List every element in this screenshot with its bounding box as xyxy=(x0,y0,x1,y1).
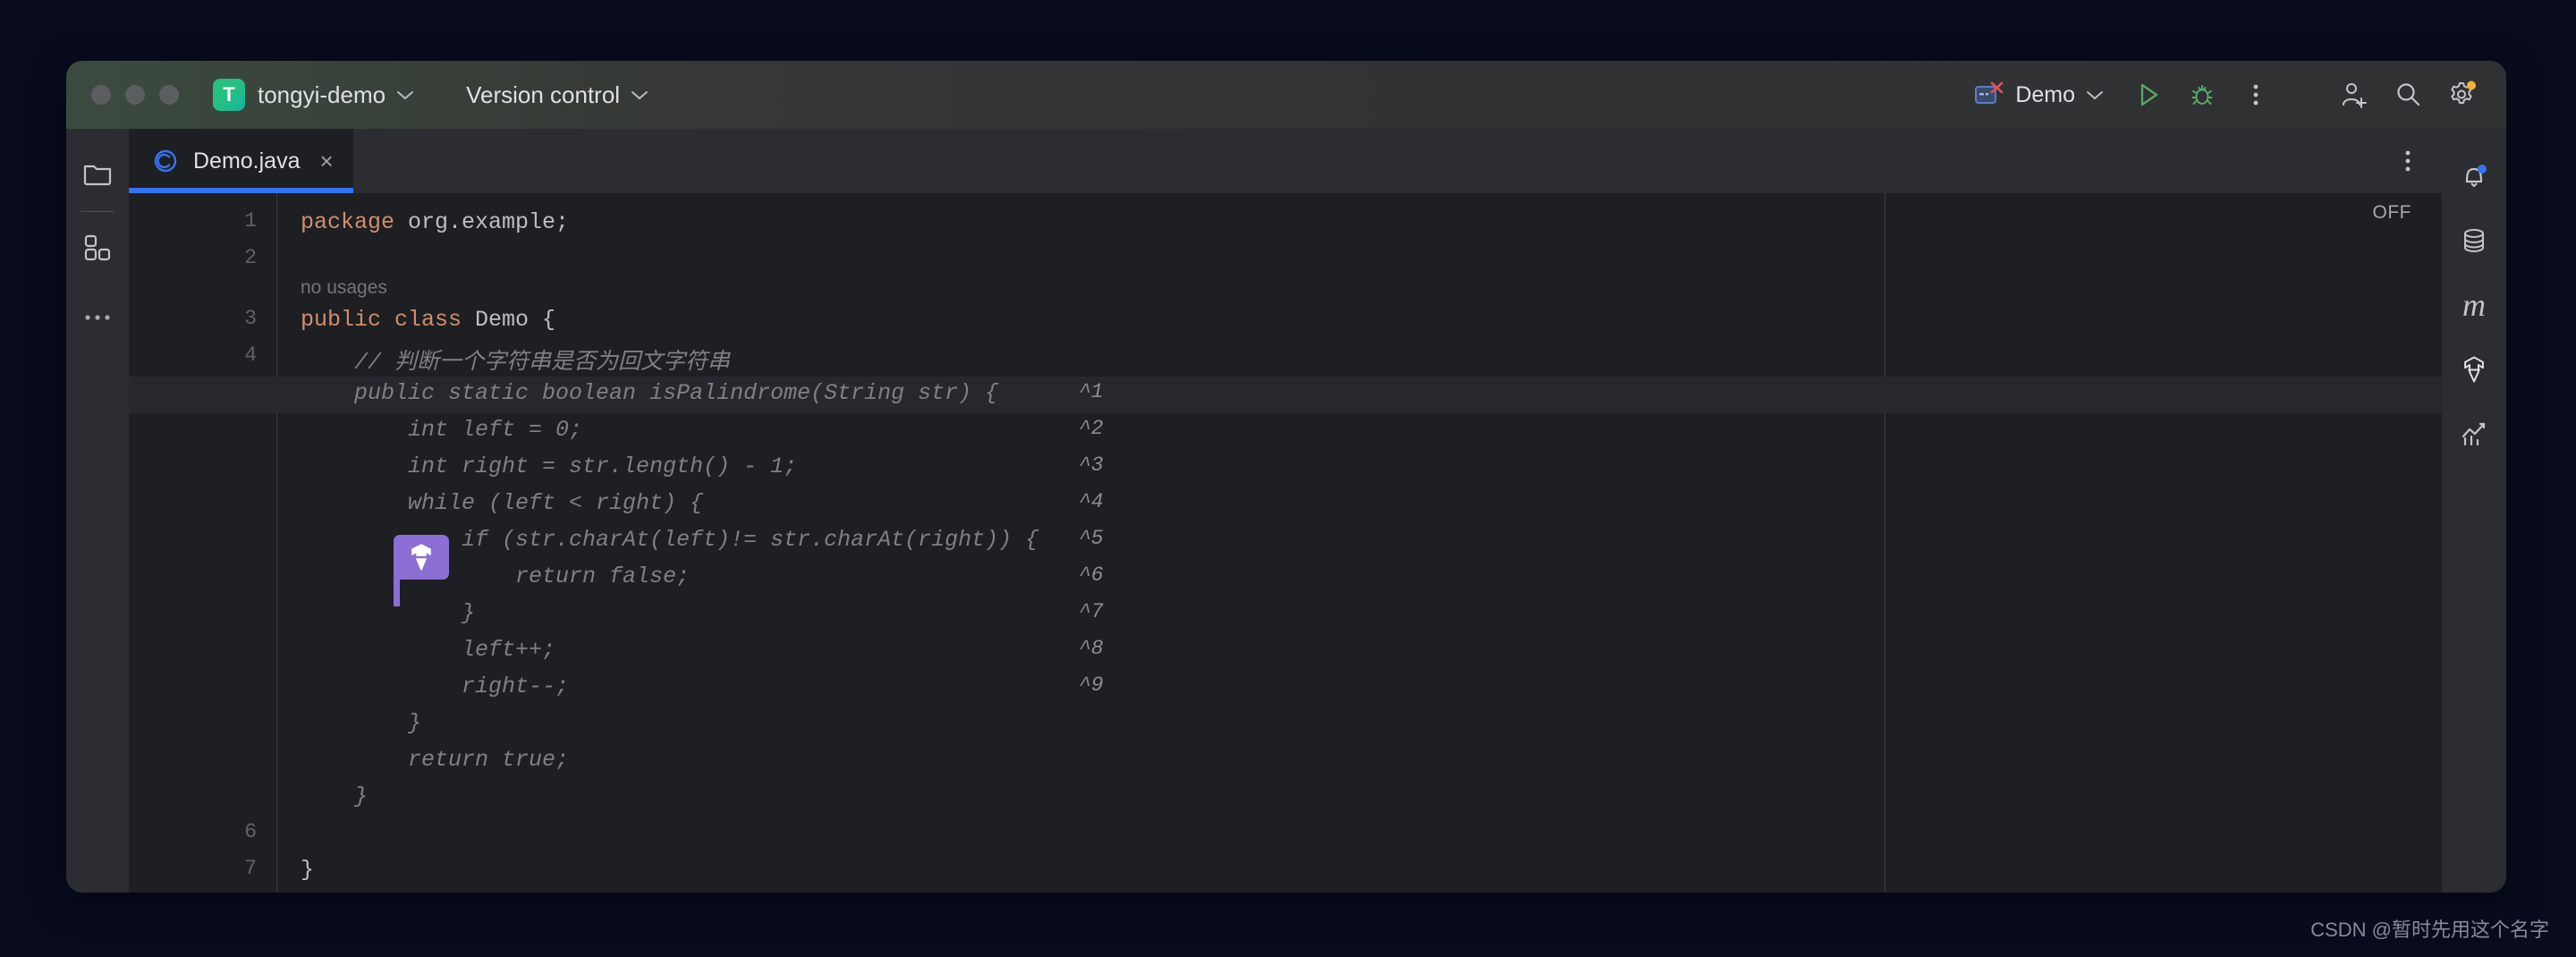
chevron-down-icon xyxy=(631,90,648,99)
code-text: } xyxy=(301,710,422,736)
run-configuration-selector[interactable]: Demo xyxy=(1969,72,2113,117)
zoom-window-button[interactable] xyxy=(159,85,179,105)
code-text: return false; xyxy=(301,563,691,589)
sidebar-item-more-tools[interactable] xyxy=(74,294,121,341)
more-kebab-icon xyxy=(2253,84,2258,106)
inline-usage-hint: no usages xyxy=(301,277,387,298)
ide-window: T tongyi-demo Version control Demo Demo.… xyxy=(66,61,2506,893)
lingma-logo-icon xyxy=(411,544,431,571)
code-line-row[interactable] xyxy=(129,780,2442,817)
tab-options-icon xyxy=(2405,150,2411,172)
code-editor[interactable]: 1234567 package org.example;no usagespub… xyxy=(129,193,2442,893)
search-button[interactable] xyxy=(2383,72,2433,117)
suggestion-line-marker: ^5 xyxy=(1079,527,1104,550)
code-text: // 判断一个字符串是否为回文字符串 xyxy=(301,350,731,376)
more-actions-button[interactable] xyxy=(2231,72,2281,117)
lingma-logo-icon xyxy=(2464,356,2484,383)
suggestion-line-marker: ^1 xyxy=(1079,380,1104,403)
editor-tab-bar: Demo.java × xyxy=(129,129,2442,193)
chart-analytics-icon xyxy=(2462,422,2486,446)
suggestion-line-marker: ^9 xyxy=(1079,673,1104,697)
lingma-inline-badge[interactable] xyxy=(394,535,449,580)
code-text: } xyxy=(301,783,369,809)
code-keyword: package xyxy=(301,209,395,235)
code-text: right--; xyxy=(301,673,570,699)
toolbar-divider xyxy=(80,211,114,212)
code-line-row[interactable] xyxy=(129,707,2442,743)
editor-column: Demo.java × 1234567 package org.example;… xyxy=(129,129,2442,893)
version-control-label: Version control xyxy=(466,80,621,108)
run-button[interactable] xyxy=(2123,72,2174,117)
project-badge: T xyxy=(213,79,245,111)
minimize-window-button[interactable] xyxy=(125,85,145,105)
code-text: int right = str.length() - 1; xyxy=(301,453,798,479)
maven-m-icon: m xyxy=(2462,287,2486,323)
code-text: int left = 0; xyxy=(301,417,583,443)
debug-button[interactable] xyxy=(2177,72,2227,117)
settings-gear-icon xyxy=(2451,80,2476,104)
sidebar-item-profiler[interactable] xyxy=(2450,410,2498,458)
debug-bug-icon xyxy=(2191,85,2213,105)
sidebar-item-project-folder[interactable] xyxy=(74,150,121,197)
inspection-level-widget[interactable]: OFF xyxy=(2373,202,2412,224)
bell-icon xyxy=(2465,165,2487,188)
code-line-row[interactable] xyxy=(129,817,2442,853)
suggestion-line-marker: ^4 xyxy=(1079,490,1104,513)
structure-blocks-icon xyxy=(84,234,110,261)
tab-label: Demo.java xyxy=(193,148,301,174)
title-bar-actions: Demo xyxy=(1969,61,2487,129)
sidebar-item-maven[interactable]: m xyxy=(2450,281,2498,329)
java-class-icon xyxy=(154,149,177,173)
chevron-down-icon xyxy=(397,90,414,99)
sidebar-item-structure[interactable] xyxy=(74,224,121,271)
text-caret xyxy=(394,563,400,606)
code-text: public static boolean isPalindrome(Strin… xyxy=(301,380,999,406)
database-icon xyxy=(2464,229,2484,253)
close-window-button[interactable] xyxy=(91,85,111,105)
traffic-lights xyxy=(91,85,179,105)
sidebar-item-tongyi-lingma[interactable] xyxy=(2450,345,2498,394)
suggestion-line-marker: ^6 xyxy=(1079,563,1104,587)
search-icon xyxy=(2397,83,2420,106)
tab-demo-java[interactable]: Demo.java × xyxy=(129,129,353,193)
project-name-label: tongyi-demo xyxy=(258,80,386,108)
code-text: } xyxy=(301,600,476,626)
code-text: } xyxy=(301,857,315,883)
code-line-row[interactable] xyxy=(129,242,2442,279)
tab-close-icon[interactable]: × xyxy=(320,149,334,173)
tab-options-button[interactable] xyxy=(2404,129,2411,193)
code-line-row[interactable] xyxy=(129,597,2442,633)
sidebar-item-database[interactable] xyxy=(2450,216,2498,265)
left-toolbar xyxy=(66,129,129,893)
code-keyword: public class xyxy=(301,307,462,333)
more-dots-icon xyxy=(84,315,110,320)
code-text: public class Demo { xyxy=(301,307,556,333)
code-text: while (left < right) { xyxy=(301,490,704,516)
suggestion-line-marker: ^2 xyxy=(1079,417,1104,440)
code-line-row[interactable] xyxy=(129,853,2442,890)
add-user-button[interactable] xyxy=(2329,72,2379,117)
run-config-name: Demo xyxy=(2015,81,2075,107)
suggestion-line-marker: ^8 xyxy=(1079,637,1104,660)
run-config-icon xyxy=(1975,81,2004,104)
sidebar-item-notifications[interactable] xyxy=(2450,152,2498,200)
settings-button[interactable] xyxy=(2436,72,2487,117)
code-text: package org.example; xyxy=(301,209,570,235)
folder-icon xyxy=(83,165,111,186)
code-text: left++; xyxy=(301,637,556,663)
suggestion-line-marker: ^7 xyxy=(1079,600,1104,623)
version-control-menu[interactable]: Version control xyxy=(450,75,652,114)
chevron-down-icon xyxy=(2087,90,2103,99)
project-selector[interactable]: T tongyi-demo xyxy=(179,75,418,114)
right-toolbar: m xyxy=(2442,129,2506,893)
run-play-icon xyxy=(2140,83,2158,106)
title-bar: T tongyi-demo Version control Demo xyxy=(66,61,2506,129)
suggestion-line-marker: ^3 xyxy=(1079,453,1104,477)
code-text: return true; xyxy=(301,747,570,773)
watermark: CSDN @暂时先用这个名字 xyxy=(2310,919,2549,941)
add-user-icon xyxy=(2343,83,2367,108)
window-body: Demo.java × 1234567 package org.example;… xyxy=(66,129,2506,893)
code-content[interactable]: package org.example; no usages public clas… xyxy=(129,193,2442,893)
